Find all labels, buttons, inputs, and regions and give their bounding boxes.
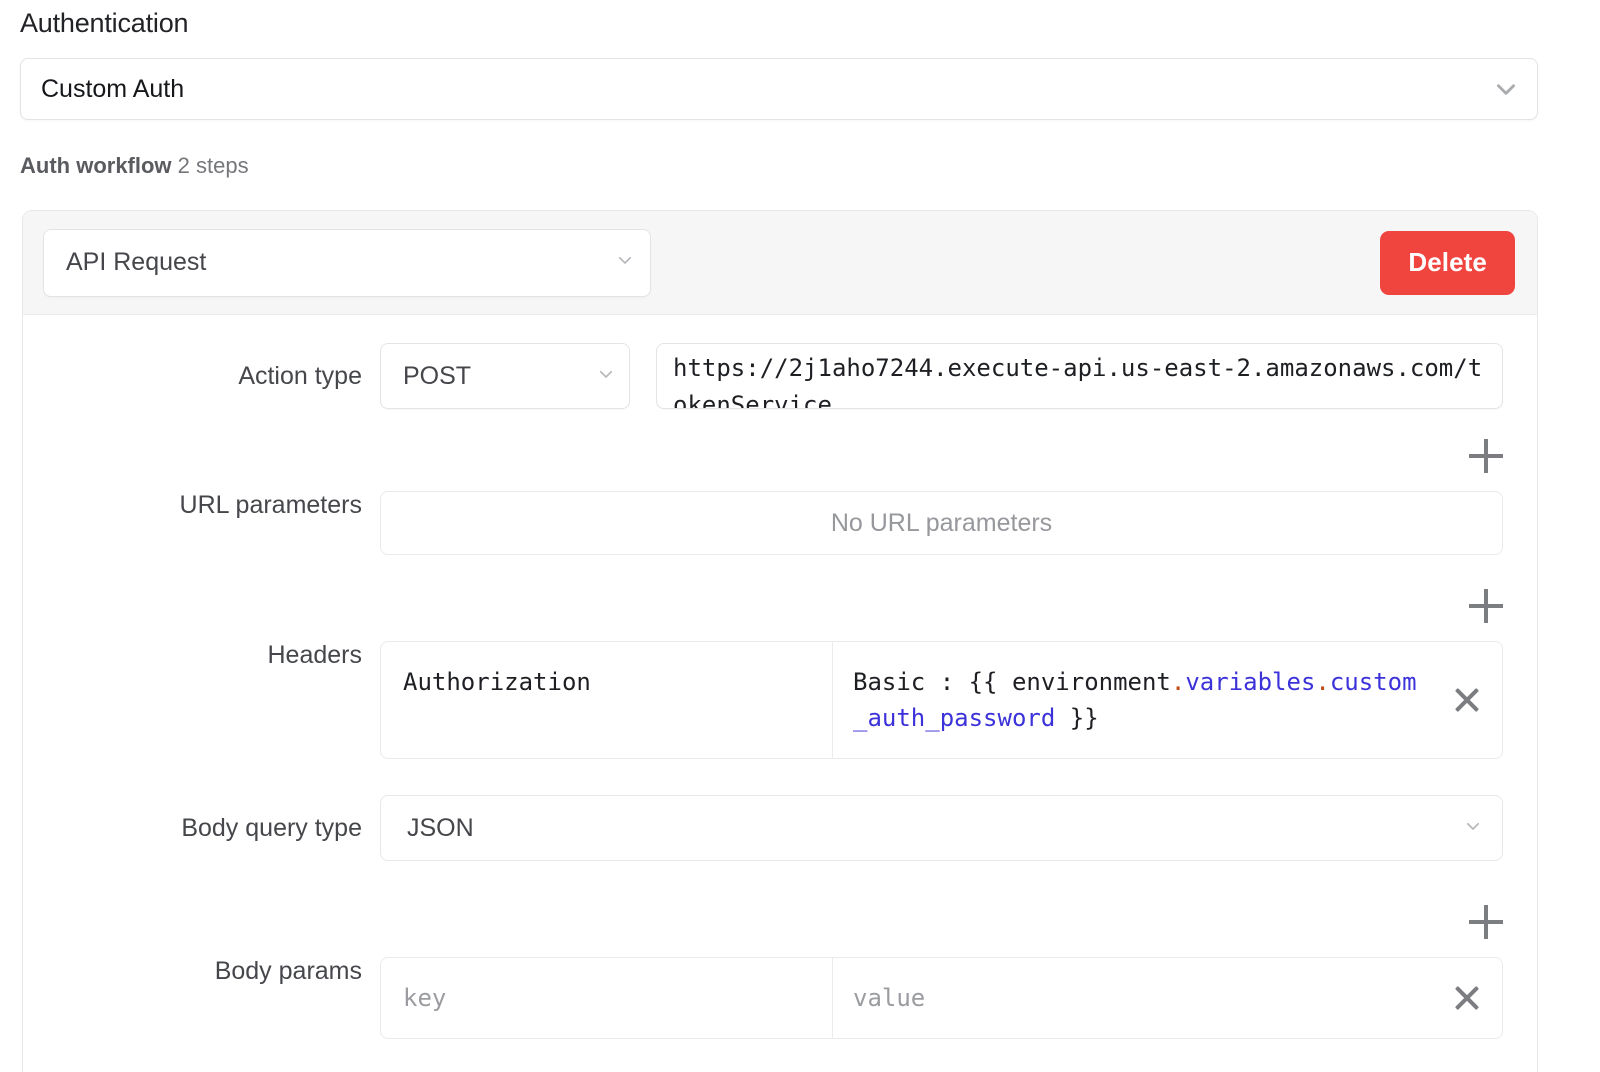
- header-value-variable-1: variables: [1185, 668, 1316, 696]
- body-query-type-label: Body query type: [181, 813, 362, 842]
- delete-step-button[interactable]: Delete: [1380, 230, 1515, 295]
- header-value-suffix: }}: [1055, 704, 1099, 732]
- header-value-dot-2: .: [1315, 668, 1330, 696]
- chevron-down-icon: [616, 251, 634, 274]
- action-type-row: Action type POST https://2j1aho7244.exec…: [23, 343, 1537, 409]
- body-param-value-input[interactable]: value: [833, 958, 1502, 1038]
- http-method-value: POST: [403, 361, 472, 390]
- request-url-input[interactable]: https://2j1aho7244.execute-api.us-east-2…: [656, 343, 1503, 409]
- auth-type-value: Custom Auth: [41, 74, 185, 103]
- auth-workflow-steps-count: 2 steps: [177, 153, 249, 178]
- http-method-select[interactable]: POST: [380, 343, 630, 409]
- action-type-label: Action type: [238, 361, 362, 390]
- url-parameters-label: URL parameters: [179, 491, 362, 519]
- body-params-label: Body params: [214, 957, 362, 985]
- auth-settings-page: Authentication Custom Auth Auth workflow…: [0, 0, 1600, 1072]
- header-value-dot-1: .: [1170, 668, 1186, 696]
- url-parameters-empty: No URL parameters: [380, 491, 1503, 555]
- headers-row: Headers Authorization Basic : {{ environ…: [23, 589, 1537, 759]
- close-icon[interactable]: [1452, 983, 1482, 1013]
- chevron-down-icon: [597, 365, 615, 388]
- body-query-type-row: Body query type JSON: [23, 795, 1537, 861]
- page-title: Authentication: [20, 8, 189, 38]
- url-parameters-row: URL parameters No URL parameters: [23, 439, 1537, 555]
- auth-workflow-header: Auth workflow 2 steps: [20, 153, 249, 179]
- body-param-key-input[interactable]: key: [381, 958, 833, 1038]
- chevron-down-icon: [1493, 76, 1519, 102]
- step-card-header: API Request Delete: [23, 211, 1537, 315]
- request-url-value: https://2j1aho7244.execute-api.us-east-2…: [673, 354, 1483, 409]
- close-icon[interactable]: [1452, 685, 1482, 715]
- step-type-select[interactable]: API Request: [43, 228, 651, 297]
- chevron-down-icon: [1464, 817, 1482, 840]
- header-key-input[interactable]: Authorization: [381, 642, 833, 758]
- body-query-type-select[interactable]: JSON: [380, 795, 1503, 861]
- auth-workflow-label: Auth workflow: [20, 153, 172, 178]
- headers-label: Headers: [267, 641, 363, 669]
- body-query-type-value: JSON: [407, 813, 474, 842]
- body-param-row: key value: [380, 957, 1503, 1039]
- plus-icon[interactable]: [1469, 439, 1503, 473]
- plus-icon[interactable]: [1469, 589, 1503, 623]
- header-value-prefix: Basic : {{ environment: [853, 668, 1171, 696]
- step-card-body: Action type POST https://2j1aho7244.exec…: [23, 343, 1537, 1039]
- step-type-value: API Request: [66, 248, 207, 276]
- plus-icon[interactable]: [1469, 905, 1503, 939]
- body-params-row: Body params key value: [23, 905, 1537, 1039]
- auth-step-card: API Request Delete Action type POST http…: [22, 210, 1538, 1072]
- header-value-input[interactable]: Basic : {{ environment.variables.custom_…: [833, 642, 1502, 758]
- auth-type-select[interactable]: Custom Auth: [20, 58, 1538, 120]
- header-row: Authorization Basic : {{ environment.var…: [380, 641, 1503, 759]
